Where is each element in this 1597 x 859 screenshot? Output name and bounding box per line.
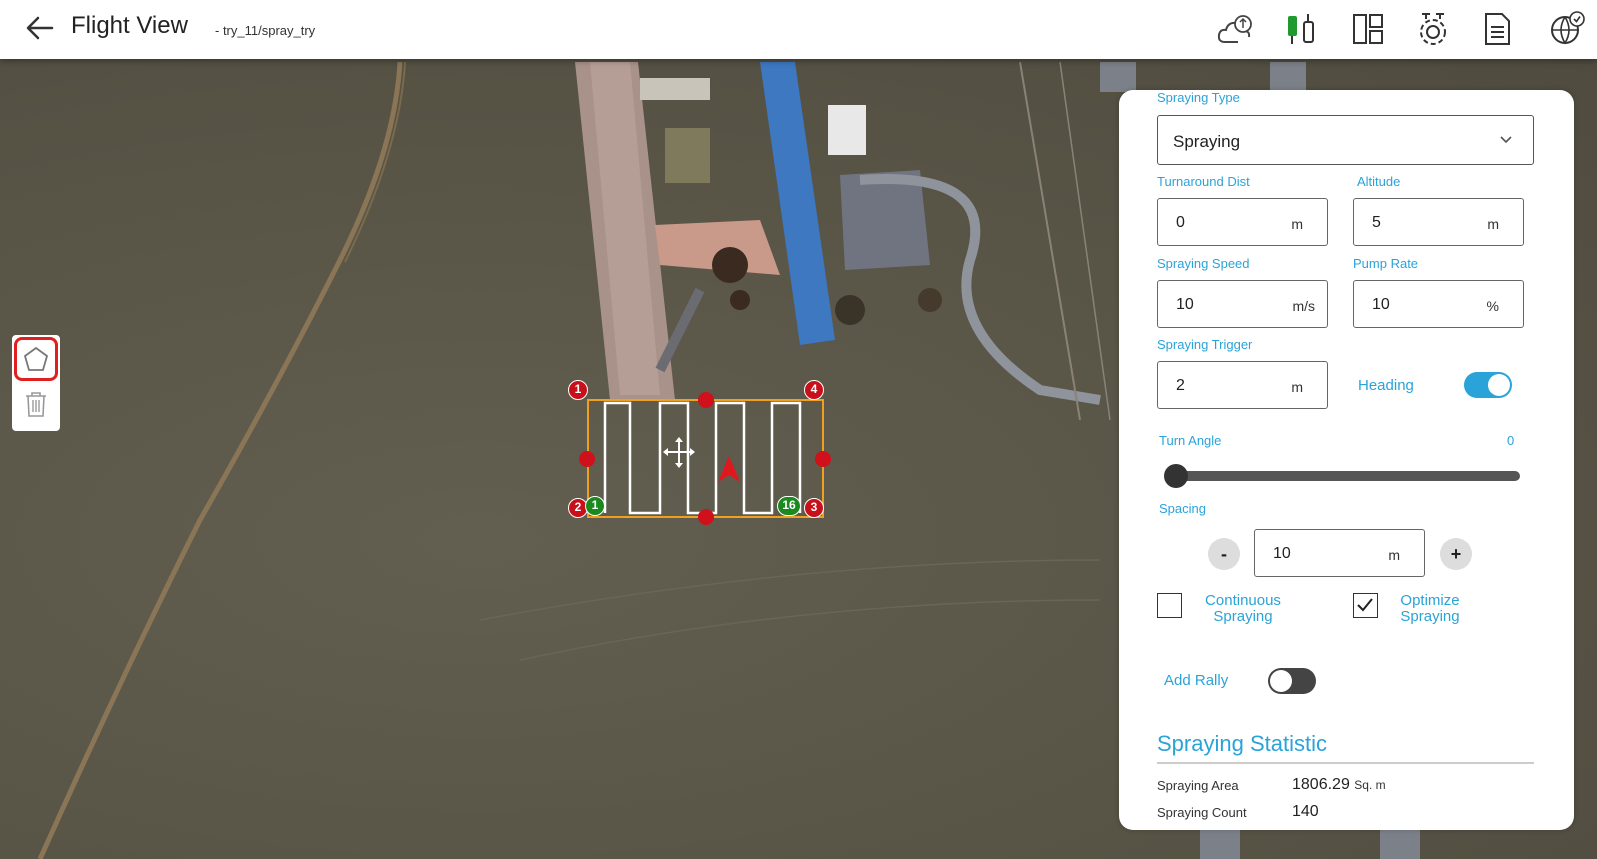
spray-path: [603, 401, 802, 515]
spraying-area-value: 1806.29 Sq. m: [1292, 776, 1386, 793]
spraying-type-select[interactable]: Spraying: [1157, 115, 1534, 165]
edge-midpoint-handle[interactable]: [698, 509, 714, 525]
trash-icon: [26, 392, 46, 417]
back-arrow-icon[interactable]: [24, 12, 56, 44]
vertex-marker[interactable]: 3: [804, 498, 824, 518]
spraying-type-value: Spraying: [1173, 132, 1241, 151]
spraying-count-value: 140: [1292, 803, 1319, 820]
move-icon[interactable]: [663, 437, 695, 468]
spacing-label: Spacing: [1159, 501, 1206, 516]
cloud-sync-icon[interactable]: [1216, 10, 1254, 48]
checkmark-icon: [1357, 598, 1373, 612]
waypoint-start-marker[interactable]: 1: [585, 496, 605, 516]
turnaround-dist-label: Turnaround Dist: [1157, 174, 1250, 189]
add-rally-label: Add Rally: [1164, 672, 1229, 689]
divider: [1157, 762, 1534, 764]
spraying-area-label: Spraying Area: [1157, 778, 1239, 793]
toggle-knob: [1488, 374, 1510, 396]
pump-rate-input[interactable]: 10 %: [1353, 280, 1524, 328]
chevron-down-icon: [1500, 136, 1512, 144]
mission-path: - try_11/spray_try: [215, 23, 316, 38]
polygon-draw-button[interactable]: [14, 337, 58, 381]
continuous-spraying-label[interactable]: Continuous Spraying: [1199, 593, 1287, 625]
continuous-spraying-checkbox[interactable]: [1157, 593, 1182, 618]
globe-check-icon[interactable]: [1548, 10, 1586, 48]
spraying-speed-label: Spraying Speed: [1157, 256, 1250, 271]
app-header: Flight View - try_11/spray_try: [0, 0, 1597, 59]
turn-angle-value: 0: [1507, 433, 1515, 448]
page-title: Flight View: [71, 12, 188, 39]
survey-polygon[interactable]: [0, 59, 1100, 859]
heading-arrow-icon: [718, 456, 740, 482]
vertex-marker[interactable]: 4: [804, 380, 824, 400]
dashboard-layout-icon[interactable]: [1349, 10, 1387, 48]
heading-label: Heading: [1358, 377, 1414, 394]
spraying-trigger-input[interactable]: 2 m: [1157, 361, 1328, 409]
spraying-speed-input[interactable]: 10 m/s: [1157, 280, 1328, 328]
delete-polygon-button[interactable]: [20, 385, 52, 423]
draw-toolbar: [12, 335, 60, 431]
altitude-label: Altitude: [1357, 174, 1401, 189]
drone-settings-icon[interactable]: [1414, 10, 1452, 48]
optimize-spraying-label[interactable]: Optimize Spraying: [1393, 593, 1467, 625]
turn-angle-slider[interactable]: [1173, 471, 1520, 481]
pump-rate-label: Pump Rate: [1353, 256, 1419, 271]
spraying-statistic-title: Spraying Statistic: [1157, 731, 1327, 756]
battery-connect-icon[interactable]: [1282, 10, 1320, 48]
spacing-input[interactable]: 10 m: [1254, 529, 1425, 577]
edge-midpoint-handle[interactable]: [698, 392, 714, 408]
add-rally-toggle[interactable]: [1268, 668, 1316, 694]
toggle-knob: [1270, 670, 1292, 692]
altitude-input[interactable]: 5 m: [1353, 198, 1524, 246]
turn-angle-label: Turn Angle: [1159, 433, 1222, 448]
polygon-draw-icon: [23, 346, 49, 371]
edge-midpoint-handle[interactable]: [579, 451, 595, 467]
vertex-marker[interactable]: 1: [568, 380, 588, 400]
edge-midpoint-handle[interactable]: [815, 451, 831, 467]
waypoint-end-marker[interactable]: 16: [777, 496, 801, 516]
spraying-type-label: Spraying Type: [1157, 90, 1240, 105]
document-icon[interactable]: [1478, 10, 1516, 48]
spacing-decrement-button[interactable]: -: [1208, 538, 1240, 570]
spraying-count-label: Spraying Count: [1157, 805, 1247, 820]
spraying-settings-panel: Spraying Type Spraying Turnaround Dist 0…: [1119, 90, 1574, 830]
turn-angle-slider-handle[interactable]: [1164, 464, 1188, 488]
turnaround-dist-input[interactable]: 0 m: [1157, 198, 1328, 246]
heading-toggle[interactable]: [1464, 372, 1512, 398]
spacing-increment-button[interactable]: +: [1440, 538, 1472, 570]
spraying-trigger-label: Spraying Trigger: [1157, 337, 1253, 352]
optimize-spraying-checkbox[interactable]: [1353, 593, 1378, 618]
